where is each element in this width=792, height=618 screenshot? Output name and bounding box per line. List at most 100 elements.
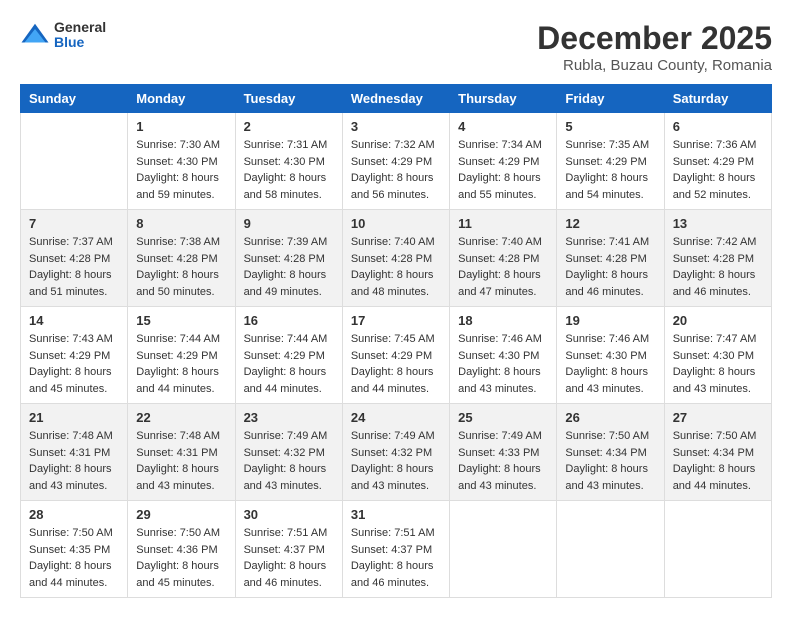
logo-blue-text: Blue	[54, 35, 106, 50]
calendar-day-cell: 31 Sunrise: 7:51 AMSunset: 4:37 PMDayligh…	[342, 501, 449, 598]
day-number: 26	[565, 410, 655, 425]
calendar-day-cell: 22Sunrise: 7:48 AMSunset: 4:31 PMDayligh…	[128, 404, 235, 501]
logo: General Blue	[20, 20, 106, 51]
logo-general-text: General	[54, 20, 106, 35]
location-subtitle: Rubla, Buzau County, Romania	[537, 57, 772, 74]
day-info: Sunrise: 7:40 AMSunset: 4:28 PMDaylight:…	[458, 234, 548, 300]
calendar-day-cell: 2Sunrise: 7:31 AMSunset: 4:30 PMDaylight…	[235, 113, 342, 210]
day-info: Sunrise: 7:51 AMSunset: 4:37 PMDaylight:…	[351, 525, 441, 591]
day-number: 7	[29, 216, 119, 231]
day-info: Sunrise: 7:47 AMSunset: 4:30 PMDaylight:…	[673, 331, 763, 397]
calendar-day-cell: 17 Sunrise: 7:45 AMSunset: 4:29 PMDayligh…	[342, 307, 449, 404]
day-info: Sunrise: 7:50 AMSunset: 4:34 PMDaylight:…	[565, 428, 655, 494]
logo-text: General Blue	[54, 20, 106, 51]
calendar-day-cell	[557, 501, 664, 598]
calendar-day-cell	[450, 501, 557, 598]
day-info: Sunrise: 7:34 AMSunset: 4:29 PMDaylight:…	[458, 137, 548, 203]
calendar-day-cell: 7 Sunrise: 7:37 AMSunset: 4:28 PMDaylight…	[21, 210, 128, 307]
day-number: 11	[458, 216, 548, 231]
day-info: Sunrise: 7:48 AMSunset: 4:31 PMDaylight:…	[29, 428, 119, 494]
calendar-day-cell: 12 Sunrise: 7:41 AMSunset: 4:28 PMDayligh…	[557, 210, 664, 307]
calendar-day-cell: 5 Sunrise: 7:35 AMSunset: 4:29 PMDaylight…	[557, 113, 664, 210]
weekday-header-sunday: Sunday	[21, 85, 128, 113]
day-number: 19	[565, 313, 655, 328]
day-number: 23	[244, 410, 334, 425]
day-info: Sunrise: 7:32 AMSunset: 4:29 PMDaylight:…	[351, 137, 441, 203]
calendar-day-cell: 19 Sunrise: 7:46 AMSunset: 4:30 PMDayligh…	[557, 307, 664, 404]
day-info: Sunrise: 7:43 AMSunset: 4:29 PMDaylight:…	[29, 331, 119, 397]
title-block: December 2025 Rubla, Buzau County, Roman…	[537, 20, 772, 74]
day-number: 14	[29, 313, 119, 328]
day-info: Sunrise: 7:46 AMSunset: 4:30 PMDaylight:…	[565, 331, 655, 397]
day-number: 4	[458, 119, 548, 134]
calendar-table: SundayMondayTuesdayWednesdayThursdayFrid…	[20, 84, 772, 598]
calendar-day-cell: 25Sunrise: 7:49 AMSunset: 4:33 PMDayligh…	[450, 404, 557, 501]
calendar-day-cell	[21, 113, 128, 210]
calendar-day-cell: 11 Sunrise: 7:40 AMSunset: 4:28 PMDayligh…	[450, 210, 557, 307]
day-number: 31	[351, 507, 441, 522]
calendar-day-cell: 27 Sunrise: 7:50 AMSunset: 4:34 PMDayligh…	[664, 404, 771, 501]
day-info: Sunrise: 7:45 AMSunset: 4:29 PMDaylight:…	[351, 331, 441, 397]
day-number: 5	[565, 119, 655, 134]
day-info: Sunrise: 7:38 AMSunset: 4:28 PMDaylight:…	[136, 234, 226, 300]
day-number: 29	[136, 507, 226, 522]
day-number: 25	[458, 410, 548, 425]
day-number: 8	[136, 216, 226, 231]
day-number: 3	[351, 119, 441, 134]
calendar-day-cell: 4 Sunrise: 7:34 AMSunset: 4:29 PMDaylight…	[450, 113, 557, 210]
calendar-day-cell: 8 Sunrise: 7:38 AMSunset: 4:28 PMDaylight…	[128, 210, 235, 307]
weekday-header-row: SundayMondayTuesdayWednesdayThursdayFrid…	[21, 85, 772, 113]
day-info: Sunrise: 7:42 AMSunset: 4:28 PMDaylight:…	[673, 234, 763, 300]
calendar-day-cell: 20Sunrise: 7:47 AMSunset: 4:30 PMDayligh…	[664, 307, 771, 404]
calendar-week-row: 28 Sunrise: 7:50 AMSunset: 4:35 PMDayligh…	[21, 501, 772, 598]
page-header: General Blue December 2025 Rubla, Buzau …	[20, 20, 772, 74]
day-number: 1	[136, 119, 226, 134]
day-number: 24	[351, 410, 441, 425]
calendar-week-row: 7 Sunrise: 7:37 AMSunset: 4:28 PMDaylight…	[21, 210, 772, 307]
day-number: 16	[244, 313, 334, 328]
day-number: 13	[673, 216, 763, 231]
day-number: 28	[29, 507, 119, 522]
day-info: Sunrise: 7:50 AMSunset: 4:36 PMDaylight:…	[136, 525, 226, 591]
day-number: 12	[565, 216, 655, 231]
weekday-header-thursday: Thursday	[450, 85, 557, 113]
day-info: Sunrise: 7:30 AMSunset: 4:30 PMDaylight:…	[136, 137, 226, 203]
calendar-day-cell: 26 Sunrise: 7:50 AMSunset: 4:34 PMDayligh…	[557, 404, 664, 501]
day-number: 27	[673, 410, 763, 425]
calendar-day-cell: 16Sunrise: 7:44 AMSunset: 4:29 PMDayligh…	[235, 307, 342, 404]
calendar-day-cell: 21 Sunrise: 7:48 AMSunset: 4:31 PMDayligh…	[21, 404, 128, 501]
calendar-day-cell: 9Sunrise: 7:39 AMSunset: 4:28 PMDaylight…	[235, 210, 342, 307]
day-info: Sunrise: 7:48 AMSunset: 4:31 PMDaylight:…	[136, 428, 226, 494]
calendar-day-cell: 15Sunrise: 7:44 AMSunset: 4:29 PMDayligh…	[128, 307, 235, 404]
day-info: Sunrise: 7:36 AMSunset: 4:29 PMDaylight:…	[673, 137, 763, 203]
weekday-header-friday: Friday	[557, 85, 664, 113]
day-number: 10	[351, 216, 441, 231]
day-number: 15	[136, 313, 226, 328]
weekday-header-wednesday: Wednesday	[342, 85, 449, 113]
calendar-day-cell: 24Sunrise: 7:49 AMSunset: 4:32 PMDayligh…	[342, 404, 449, 501]
day-info: Sunrise: 7:41 AMSunset: 4:28 PMDaylight:…	[565, 234, 655, 300]
weekday-header-tuesday: Tuesday	[235, 85, 342, 113]
day-number: 21	[29, 410, 119, 425]
day-number: 17	[351, 313, 441, 328]
calendar-day-cell	[664, 501, 771, 598]
day-info: Sunrise: 7:50 AMSunset: 4:35 PMDaylight:…	[29, 525, 119, 591]
month-year-title: December 2025	[537, 20, 772, 57]
calendar-day-cell: 23 Sunrise: 7:49 AMSunset: 4:32 PMDayligh…	[235, 404, 342, 501]
calendar-week-row: 14 Sunrise: 7:43 AMSunset: 4:29 PMDayligh…	[21, 307, 772, 404]
calendar-day-cell: 13 Sunrise: 7:42 AMSunset: 4:28 PMDayligh…	[664, 210, 771, 307]
day-info: Sunrise: 7:49 AMSunset: 4:32 PMDaylight:…	[244, 428, 334, 494]
day-number: 6	[673, 119, 763, 134]
day-number: 18	[458, 313, 548, 328]
calendar-day-cell: 6 Sunrise: 7:36 AMSunset: 4:29 PMDaylight…	[664, 113, 771, 210]
day-info: Sunrise: 7:39 AMSunset: 4:28 PMDaylight:…	[244, 234, 334, 300]
day-info: Sunrise: 7:31 AMSunset: 4:30 PMDaylight:…	[244, 137, 334, 203]
day-number: 30	[244, 507, 334, 522]
calendar-day-cell: 18 Sunrise: 7:46 AMSunset: 4:30 PMDayligh…	[450, 307, 557, 404]
day-info: Sunrise: 7:46 AMSunset: 4:30 PMDaylight:…	[458, 331, 548, 397]
calendar-day-cell: 29 Sunrise: 7:50 AMSunset: 4:36 PMDayligh…	[128, 501, 235, 598]
calendar-day-cell: 14 Sunrise: 7:43 AMSunset: 4:29 PMDayligh…	[21, 307, 128, 404]
day-info: Sunrise: 7:35 AMSunset: 4:29 PMDaylight:…	[565, 137, 655, 203]
day-info: Sunrise: 7:50 AMSunset: 4:34 PMDaylight:…	[673, 428, 763, 494]
day-info: Sunrise: 7:37 AMSunset: 4:28 PMDaylight:…	[29, 234, 119, 300]
